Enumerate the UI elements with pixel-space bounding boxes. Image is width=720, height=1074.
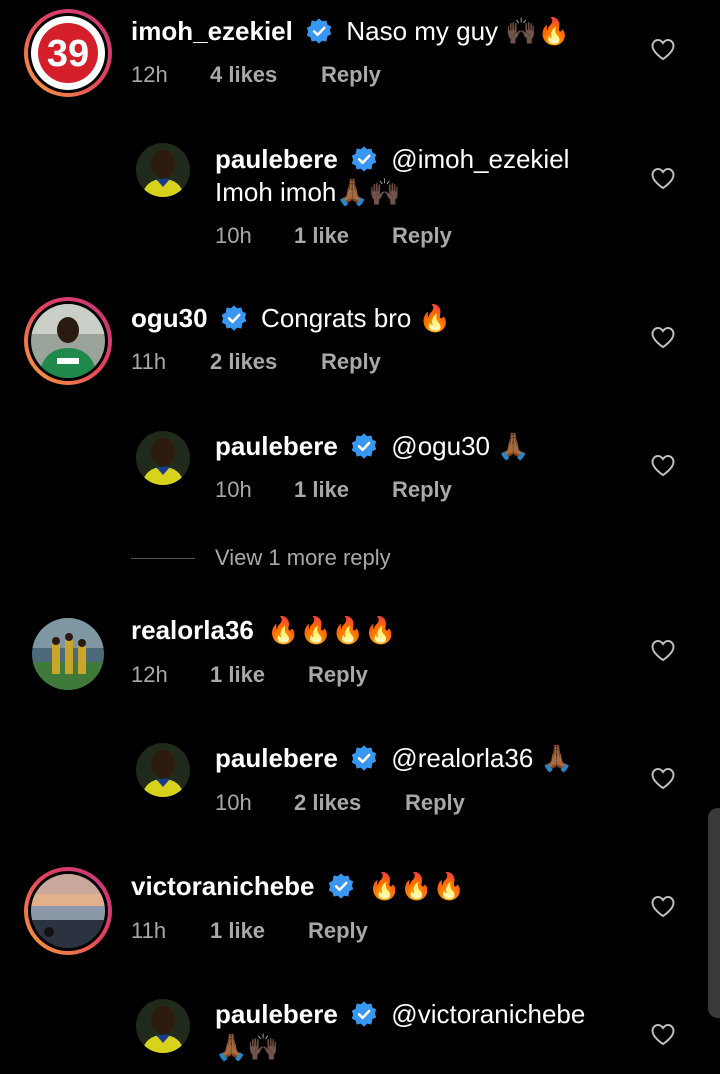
- scrollbar-handle[interactable]: [708, 808, 720, 1018]
- username[interactable]: paulebere: [215, 999, 338, 1029]
- username[interactable]: paulebere: [215, 431, 338, 461]
- view-more-replies-label[interactable]: View 1 more reply: [215, 545, 391, 571]
- heart-icon[interactable]: [650, 37, 676, 61]
- comment-text: 🔥🔥🔥🔥: [267, 615, 397, 645]
- divider: [131, 558, 195, 559]
- timestamp: 10h: [215, 223, 252, 248]
- likes-count[interactable]: 2 likes: [294, 790, 405, 816]
- timestamp: 10h: [215, 477, 252, 502]
- comment-text: 🔥🔥🔥: [367, 871, 466, 901]
- heart-icon[interactable]: [650, 638, 676, 662]
- heart-icon[interactable]: [650, 766, 676, 790]
- avatar[interactable]: [31, 304, 105, 378]
- username[interactable]: paulebere: [215, 743, 338, 773]
- timestamp: 11h: [131, 349, 167, 374]
- heart-icon[interactable]: [650, 1022, 676, 1046]
- timestamp: 12h: [131, 662, 168, 687]
- username[interactable]: imoh_ezekiel: [131, 16, 293, 46]
- avatar[interactable]: [136, 431, 190, 485]
- reply-button[interactable]: Reply: [321, 62, 381, 88]
- heart-icon[interactable]: [650, 325, 676, 349]
- view-more-replies[interactable]: View 1 more reply: [131, 545, 531, 575]
- comment-text: @ogu30 🙏🏾: [391, 431, 530, 461]
- avatar-badge-text: 39: [47, 33, 89, 75]
- comment-text: @realorla36 🙏🏾: [391, 743, 573, 773]
- avatar[interactable]: [32, 618, 104, 690]
- avatar[interactable]: 39: [31, 16, 105, 90]
- story-ring[interactable]: [24, 297, 112, 385]
- reply-button[interactable]: Reply: [321, 349, 381, 375]
- verified-badge-icon: [351, 146, 377, 172]
- verified-badge-icon: [351, 433, 377, 459]
- avatar[interactable]: [31, 874, 105, 948]
- timestamp: 11h: [131, 918, 167, 943]
- timestamp: 10h: [215, 790, 252, 815]
- story-ring[interactable]: [24, 867, 112, 955]
- comment-text: 🙏🏾🙌🏿: [215, 1032, 280, 1062]
- story-ring[interactable]: 39: [24, 9, 112, 97]
- heart-icon[interactable]: [650, 894, 676, 918]
- likes-count[interactable]: 1 like: [294, 477, 392, 503]
- reply-button[interactable]: Reply: [392, 223, 452, 249]
- username[interactable]: realorla36: [131, 615, 254, 645]
- reply-button[interactable]: Reply: [308, 662, 368, 688]
- likes-count[interactable]: 2 likes: [210, 349, 321, 375]
- comment-text: Imoh imoh🙏🏾🙌🏿: [215, 177, 402, 207]
- avatar[interactable]: [136, 143, 190, 197]
- timestamp: 12h: [131, 62, 168, 87]
- reply-button[interactable]: Reply: [405, 790, 465, 816]
- comment-text: Congrats bro 🔥: [261, 303, 451, 333]
- likes-count[interactable]: 1 like: [210, 662, 308, 688]
- verified-badge-icon: [351, 1001, 377, 1027]
- verified-badge-icon: [306, 18, 332, 44]
- heart-icon[interactable]: [650, 166, 676, 190]
- username[interactable]: paulebere: [215, 144, 338, 174]
- likes-count[interactable]: 4 likes: [210, 62, 321, 88]
- verified-badge-icon: [351, 745, 377, 771]
- likes-count[interactable]: 1 like: [210, 918, 308, 944]
- verified-badge-icon: [221, 305, 247, 331]
- mention-text[interactable]: @imoh_ezekiel: [391, 144, 569, 174]
- reply-button[interactable]: Reply: [392, 477, 452, 503]
- reply-button[interactable]: Reply: [308, 918, 368, 944]
- mention-text[interactable]: @victoranichebe: [391, 999, 585, 1029]
- username[interactable]: ogu30: [131, 303, 208, 333]
- comment-text: Naso my guy 🙌🏿🔥: [346, 16, 571, 46]
- username[interactable]: victoranichebe: [131, 871, 315, 901]
- heart-icon[interactable]: [650, 453, 676, 477]
- avatar[interactable]: [136, 999, 190, 1053]
- verified-badge-icon: [328, 873, 353, 899]
- likes-count[interactable]: 1 like: [294, 223, 392, 249]
- avatar[interactable]: [136, 743, 190, 797]
